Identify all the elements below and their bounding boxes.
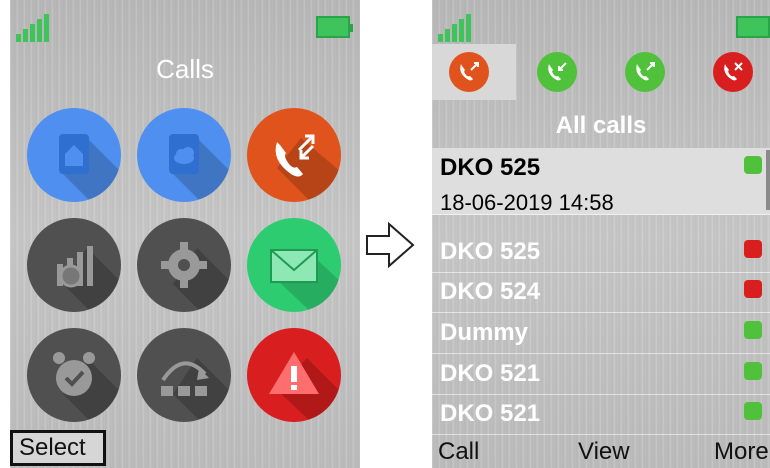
messaging-button[interactable] <box>247 218 341 312</box>
call-row[interactable]: DKO 521 <box>432 394 770 435</box>
tab-all-calls[interactable] <box>432 44 516 100</box>
all-calls-icon <box>449 52 489 92</box>
battery-icon <box>736 16 770 38</box>
dialed-calls-icon <box>625 52 665 92</box>
call-row[interactable]: Dummy <box>432 313 770 354</box>
signal-strength-icon <box>438 14 474 42</box>
phonebook-cloud-icon <box>169 134 231 202</box>
tab-dialed-calls[interactable] <box>608 44 692 100</box>
call-name: DKO 521 <box>440 360 541 387</box>
tab-missed-calls[interactable] <box>696 44 770 100</box>
call-row[interactable]: DKO 521 <box>432 354 770 395</box>
call-softkey[interactable]: Call <box>438 438 479 466</box>
system-settings-button[interactable] <box>27 218 121 312</box>
missed-call-icon <box>744 240 762 258</box>
settings-button[interactable] <box>137 218 231 312</box>
calls-menu-screen: Calls Select <box>10 0 360 468</box>
envelope-icon <box>270 249 341 312</box>
call-row[interactable]: DKO 524 <box>432 272 770 313</box>
outgoing-call-icon <box>744 156 762 174</box>
signal-strength-icon <box>16 14 52 42</box>
phonebook-home-icon <box>59 134 121 202</box>
outgoing-call-icon <box>744 362 762 380</box>
phonebook-home-button[interactable] <box>27 108 121 202</box>
calls-button[interactable] <box>247 108 341 202</box>
redirect-icon <box>161 358 231 422</box>
battery-icon <box>316 16 353 38</box>
alarm-warning-button[interactable] <box>247 328 341 422</box>
call-row-selected[interactable]: DKO 525 18-06-2019 14:58 <box>432 148 770 215</box>
outgoing-call-icon <box>744 402 762 420</box>
select-softkey[interactable]: Select <box>10 430 106 466</box>
call-datetime: 18-06-2019 14:58 <box>440 190 614 215</box>
more-softkey[interactable]: More <box>714 438 769 466</box>
call-name: DKO 525 <box>440 154 541 181</box>
system-settings-icon <box>57 246 121 312</box>
alarm-button[interactable] <box>27 328 121 422</box>
menu-title: Calls <box>156 54 214 84</box>
scrollbar[interactable] <box>766 150 770 210</box>
missed-call-icon <box>744 280 762 298</box>
alarm-clock-icon <box>53 352 121 422</box>
gear-icon <box>161 242 231 312</box>
call-filter-tabs <box>432 44 770 100</box>
missed-calls-icon <box>713 52 753 92</box>
call-row[interactable]: DKO 525 <box>432 232 770 273</box>
received-calls-icon <box>537 52 577 92</box>
redirect-button[interactable] <box>137 328 231 422</box>
call-name: Dummy <box>440 319 529 346</box>
calls-icon <box>275 134 341 202</box>
section-title: All calls <box>555 112 647 139</box>
phonebook-cloud-button[interactable] <box>137 108 231 202</box>
call-list-screen: All calls DKO 525 18-06-2019 14:58 DKO 5… <box>432 0 770 468</box>
call-name: DKO 525 <box>440 238 541 265</box>
warning-icon <box>269 352 341 422</box>
call-name: DKO 521 <box>440 400 541 427</box>
outgoing-call-icon <box>744 321 762 339</box>
arrow-right-icon <box>366 221 415 269</box>
call-name: DKO 524 <box>440 278 541 305</box>
tab-received-calls[interactable] <box>520 44 604 100</box>
view-softkey[interactable]: View <box>578 438 630 466</box>
